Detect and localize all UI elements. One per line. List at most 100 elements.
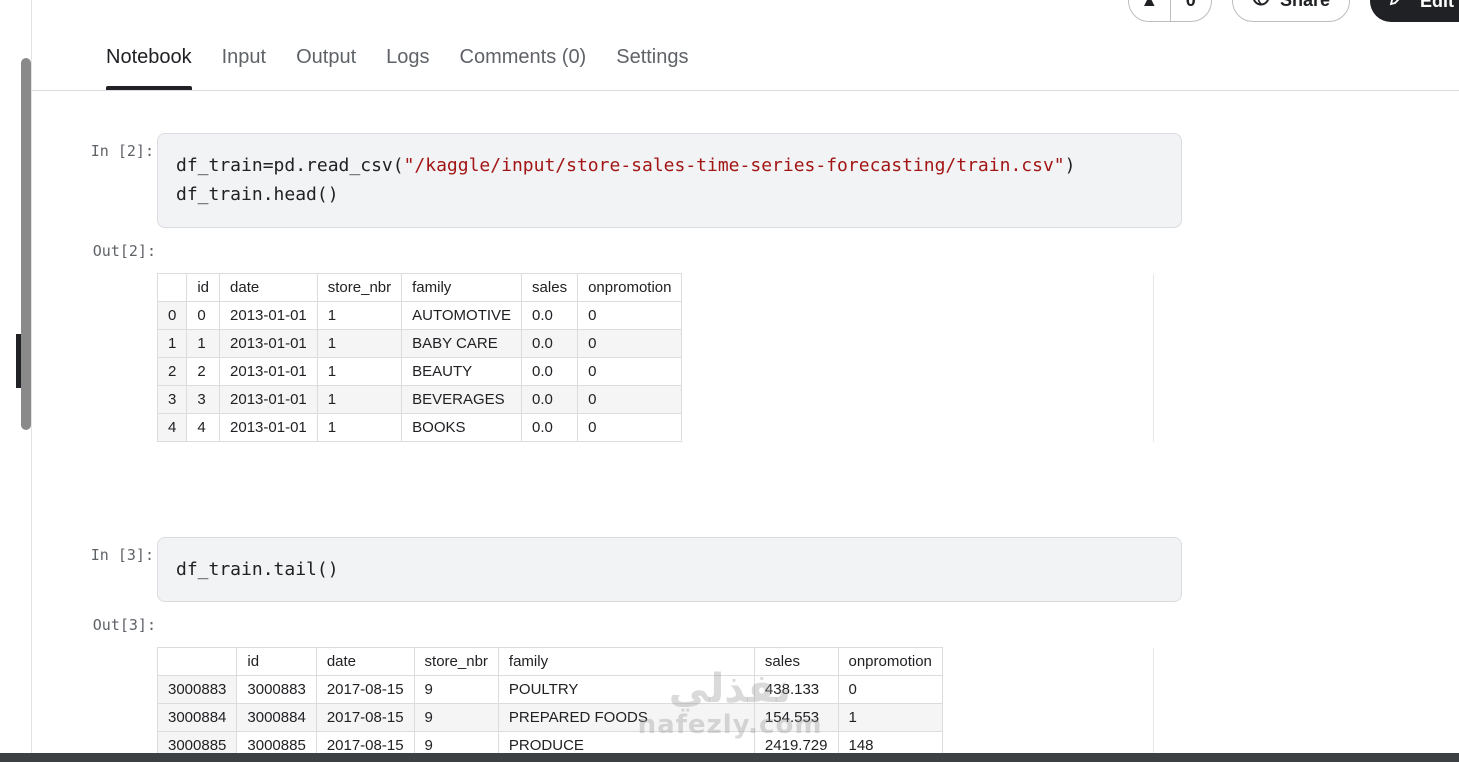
table-cell: 3 [186, 385, 221, 414]
row-index: 3000883 [156, 675, 238, 704]
table-cell: 1 [316, 329, 403, 358]
table-cell: 1 [316, 385, 403, 414]
column-header: sales [521, 273, 579, 302]
table-row: 3 3 2013-01-01 1 BEVERAGES 0.0 0 [156, 385, 683, 414]
table-cell: 0 [577, 357, 683, 386]
watermark: نفذلي nafezly.com [630, 668, 830, 740]
table-cell: 1 [186, 329, 221, 358]
column-header: id [236, 647, 317, 676]
table-cell: 3000883 [236, 675, 317, 704]
row-index: 0 [156, 301, 188, 330]
table-cell: 1 [837, 703, 943, 732]
vote-count[interactable]: 0 [1169, 0, 1212, 21]
code-cell[interactable]: df_train=pd.read_csv("/kaggle/input/stor… [157, 133, 1182, 228]
share-label: Share [1279, 0, 1331, 10]
pencil-icon [1388, 0, 1406, 12]
table-cell: 0 [186, 301, 221, 330]
input-prompt: In [3]: [90, 546, 154, 564]
bottom-bar [0, 753, 1459, 762]
table-cell: 0.0 [521, 385, 579, 414]
table-row: 1 1 2013-01-01 1 BABY CARE 0.0 0 [156, 329, 683, 358]
table-row: 0 0 2013-01-01 1 AUTOMOTIVE 0.0 0 [156, 301, 683, 330]
table-cell: 1 [316, 357, 403, 386]
column-header [156, 647, 238, 676]
table-cell: 2 [186, 357, 221, 386]
code-text: ) [1064, 155, 1076, 176]
table-cell: BABY CARE [401, 329, 523, 358]
column-header: onpromotion [837, 647, 943, 676]
column-header [156, 273, 188, 302]
table-cell: 0 [577, 413, 683, 442]
column-header: store_nbr [413, 647, 499, 676]
table-cell: 0 [577, 385, 683, 414]
row-index: 3 [156, 385, 188, 414]
tab-output[interactable]: Output [296, 46, 356, 90]
column-header: date [219, 273, 318, 302]
upvote-arrow-icon: ▲ [1140, 0, 1159, 10]
code-cell[interactable]: df_train.tail() [157, 537, 1182, 602]
row-index: 4 [156, 413, 188, 442]
column-header: store_nbr [316, 273, 403, 302]
table-cell: 1 [316, 301, 403, 330]
output-prompt: Out[2]: [92, 242, 156, 260]
code-text: df_train=pd.read_csv( [176, 155, 404, 176]
watermark-latin: nafezly.com [637, 710, 823, 740]
edit-button[interactable]: Edit [1370, 0, 1459, 22]
row-index: 2 [156, 357, 188, 386]
table-cell: 2017-08-15 [315, 703, 415, 732]
column-header: onpromotion [577, 273, 683, 302]
table-cell: 2013-01-01 [219, 329, 318, 358]
table-cell: AUTOMOTIVE [401, 301, 523, 330]
input-prompt: In [2]: [90, 142, 154, 160]
vote-group: ▲ 0 [1128, 0, 1212, 22]
tab-input[interactable]: Input [222, 46, 266, 90]
table-cell: 0 [837, 675, 943, 704]
code-text: df_train.tail() [176, 559, 339, 580]
table-cell: 0.0 [521, 357, 579, 386]
edit-label: Edit [1420, 0, 1454, 11]
table-cell: 1 [316, 413, 403, 442]
table-cell: 0.0 [521, 413, 579, 442]
table-cell: 2017-08-15 [315, 675, 415, 704]
table-cell: 0 [577, 329, 683, 358]
tab-logs[interactable]: Logs [386, 46, 429, 90]
tab-settings[interactable]: Settings [616, 46, 688, 90]
table-cell: 0.0 [521, 329, 579, 358]
watermark-arabic: نفذلي [668, 666, 792, 712]
share-button[interactable]: Share [1232, 0, 1350, 22]
table-cell: BOOKS [401, 413, 523, 442]
output-divider [1153, 274, 1154, 442]
table-cell: 9 [413, 675, 499, 704]
table-row: 2 2 2013-01-01 1 BEAUTY 0.0 0 [156, 357, 683, 386]
table-cell: 3000884 [236, 703, 317, 732]
dataframe-table: id date store_nbr family sales onpromoti… [156, 273, 683, 442]
tab-notebook[interactable]: Notebook [106, 46, 192, 90]
table-cell: 2013-01-01 [219, 385, 318, 414]
table-cell: 2013-01-01 [219, 413, 318, 442]
globe-icon [1252, 0, 1270, 11]
scrollbar-thumb[interactable] [21, 58, 31, 430]
column-header: date [315, 647, 415, 676]
upvote-button[interactable]: ▲ [1129, 0, 1170, 21]
table-cell: 4 [186, 413, 221, 442]
table-cell: 9 [413, 703, 499, 732]
row-index: 3000884 [156, 703, 238, 732]
table-cell: BEVERAGES [401, 385, 523, 414]
table-cell: 0.0 [521, 301, 579, 330]
table-cell: BEAUTY [401, 357, 523, 386]
notebook-tabs: Notebook Input Output Logs Comments (0) … [106, 46, 689, 90]
tab-comments[interactable]: Comments (0) [460, 46, 587, 90]
tabs-divider [32, 90, 1459, 91]
table-cell: 0 [577, 301, 683, 330]
row-index: 1 [156, 329, 188, 358]
rail-marker [16, 334, 21, 388]
code-string: "/kaggle/input/store-sales-time-series-f… [403, 155, 1065, 176]
column-header: family [401, 273, 523, 302]
code-text: df_train.head() [176, 184, 339, 205]
table-row: 4 4 2013-01-01 1 BOOKS 0.0 0 [156, 413, 683, 442]
table-cell: 2013-01-01 [219, 301, 318, 330]
column-header: id [186, 273, 221, 302]
output-divider [1153, 648, 1154, 753]
output-prompt: Out[3]: [92, 616, 156, 634]
table-header-row: id date store_nbr family sales onpromoti… [156, 273, 683, 302]
